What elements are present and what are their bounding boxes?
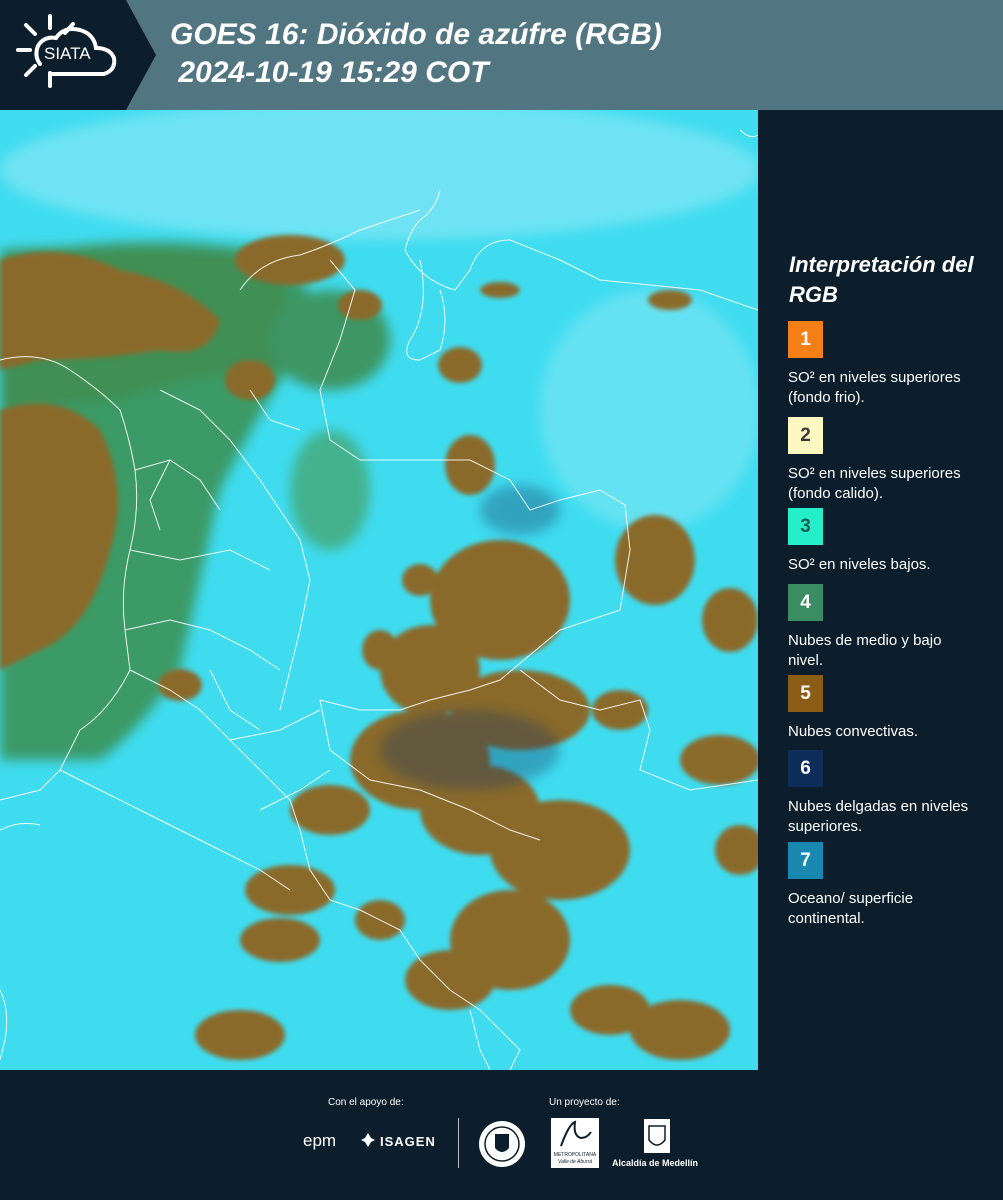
area-metropolitana-icon <box>560 1120 592 1147</box>
legend-label-2: SO² en niveles superiores (fondo calido)… <box>788 465 961 502</box>
legend-number-7: 7 <box>800 849 811 871</box>
epm-logo: epm <box>303 1131 336 1151</box>
legend-item-3: 3 SO² en niveles bajos. <box>788 508 1003 575</box>
legend-label-3: SO² en niveles bajos. <box>788 556 931 573</box>
legend-swatch-7: 7 <box>788 842 823 879</box>
legend-label-4: Nubes de medio y bajo nivel. <box>788 632 942 669</box>
isagen-icon <box>360 1132 376 1148</box>
legend-number-3: 3 <box>800 515 811 537</box>
legend-swatch-3: 3 <box>788 508 823 545</box>
legend-number-6: 6 <box>800 757 811 779</box>
rgb-legend: Interpretación del RGB 1 SO² en niveles … <box>758 110 1003 1070</box>
header-bar: SIATA GOES 16: Dióxido de azúfre (RGB) 2… <box>0 0 1003 110</box>
footer-divider <box>458 1118 459 1168</box>
legend-number-1: 1 <box>800 328 811 350</box>
legend-item-7: 7 Oceano/ superficie continental. <box>788 842 1003 929</box>
legend-swatch-4: 4 <box>788 584 823 621</box>
legend-swatch-6: 6 <box>788 750 823 787</box>
legend-label-7: Oceano/ superficie continental. <box>788 890 914 927</box>
area-metro-text-2: Valle de Aburrá <box>557 1159 593 1165</box>
legend-number-5: 5 <box>800 682 811 704</box>
support-label: Con el apoyo de: <box>328 1097 404 1108</box>
legend-item-5: 5 Nubes convectivas. <box>788 675 1003 742</box>
legend-label-6: Nubes delgadas en niveles superiores. <box>788 798 969 835</box>
legend-swatch-2: 2 <box>788 417 823 454</box>
legend-item-1: 1 SO² en niveles superiores (fondo frio)… <box>788 321 1003 408</box>
legend-swatch-5: 5 <box>788 675 823 712</box>
area-metro-text-1: METROPOLITANA <box>553 1152 597 1158</box>
isagen-text: ISAGEN <box>380 1134 436 1149</box>
title-product: GOES 16: Dióxido de azúfre (RGB) <box>170 18 662 51</box>
legend-item-2: 2 SO² en niveles superiores (fondo calid… <box>788 417 1003 504</box>
legend-number-2: 2 <box>800 424 811 446</box>
project-label: Un proyecto de: <box>549 1097 620 1108</box>
sponsors-footer: Con el apoyo de: Un proyecto de: epm ISA… <box>0 1070 1003 1200</box>
alcaldia-text: Alcaldía de Medellín <box>612 1158 699 1168</box>
legend-title: Interpretación del RGB <box>789 252 974 307</box>
legend-number-4: 4 <box>800 591 811 613</box>
area-metropolitana-logo: METROPOLITANA Valle de Aburrá <box>551 1118 599 1168</box>
legend-item-4: 4 Nubes de medio y bajo nivel. <box>788 584 1003 671</box>
logo-text: SIATA <box>44 44 91 63</box>
page-title: GOES 16: Dióxido de azúfre (RGB) 2024-10… <box>170 16 662 92</box>
title-datetime: 2024-10-19 15:29 COT <box>170 56 489 89</box>
legend-item-6: 6 Nubes delgadas en niveles superiores. <box>788 750 1003 837</box>
legend-label-1: SO² en niveles superiores (fondo frio). <box>788 369 961 406</box>
satellite-map[interactable] <box>0 110 758 1070</box>
legend-swatch-1: 1 <box>788 321 823 358</box>
legend-label-5: Nubes convectivas. <box>788 723 919 740</box>
medellin-seal-icon <box>478 1120 526 1168</box>
satellite-image <box>0 110 758 1070</box>
siata-logo: SIATA <box>0 0 156 110</box>
epm-text: epm <box>303 1131 337 1150</box>
alcaldia-seal-icon <box>643 1118 671 1154</box>
